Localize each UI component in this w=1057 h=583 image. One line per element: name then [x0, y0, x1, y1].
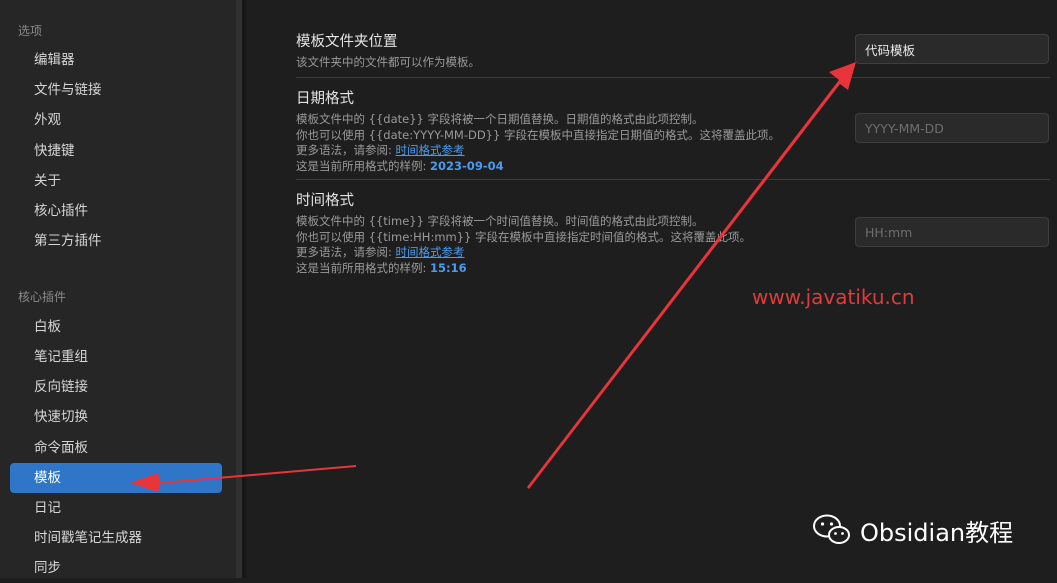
desc-line: 更多语法，请参阅: 时间格式参考	[296, 245, 1046, 261]
sample-label: 这是当前所用格式的样例:	[296, 158, 431, 173]
brand-text: Obsidian教程	[860, 518, 1014, 547]
more-syntax-label: 更多语法，请参阅:	[296, 245, 396, 259]
sidebar-item-daily-notes[interactable]: 日记	[10, 493, 222, 523]
sidebar-item-unique-note-creator[interactable]: 时间戳笔记生成器	[10, 523, 222, 553]
sidebar-scrollbar[interactable]	[236, 0, 246, 578]
sidebar-item-quick-switcher[interactable]: 快速切换	[10, 402, 222, 432]
date-sample-value: 2023-09-04	[430, 158, 504, 173]
brand-watermark: Obsidian教程	[812, 512, 1013, 548]
date-format-reference-link[interactable]: 时间格式参考	[396, 143, 465, 157]
more-syntax-label: 更多语法，请参阅:	[296, 143, 396, 157]
setting-name: 时间格式	[296, 193, 354, 209]
desc-line: 这是当前所用格式的样例: 2023-09-04	[296, 159, 1046, 175]
sidebar-item-about[interactable]: 关于	[10, 166, 222, 196]
sidebar-item-editor[interactable]: 编辑器	[10, 45, 222, 75]
template-folder-input[interactable]	[855, 34, 1049, 64]
sidebar-item-command-palette[interactable]: 命令面板	[10, 433, 222, 463]
desc-line: 更多语法，请参阅: 时间格式参考	[296, 143, 1046, 159]
sidebar-item-core-plugins[interactable]: 核心插件	[10, 196, 222, 226]
watermark-text: www.javatiku.cn	[752, 285, 915, 309]
options-group-title: 选项	[18, 24, 43, 38]
settings-sidebar: 选项 编辑器 文件与链接 外观 快捷键 关于 核心插件 第三方插件 核心插件 白…	[0, 0, 236, 578]
sidebar-item-hotkeys[interactable]: 快捷键	[10, 136, 222, 166]
sidebar-item-sync[interactable]: 同步	[10, 553, 222, 583]
time-sample-value: 15:16	[430, 260, 467, 275]
sidebar-item-community-plugins[interactable]: 第三方插件	[10, 226, 222, 256]
sample-label: 这是当前所用格式的样例:	[296, 260, 431, 275]
core-plugins-group-title: 核心插件	[18, 290, 67, 304]
time-format-reference-link[interactable]: 时间格式参考	[396, 245, 465, 259]
divider	[296, 179, 1050, 180]
sidebar-item-note-composer[interactable]: 笔记重组	[10, 342, 222, 372]
sidebar-item-files-links[interactable]: 文件与链接	[10, 75, 222, 105]
sidebar-item-templates[interactable]: 模板	[10, 463, 222, 493]
time-format-input[interactable]	[855, 217, 1049, 247]
wechat-icon	[813, 514, 850, 544]
date-format-input[interactable]	[855, 113, 1049, 143]
sidebar-item-canvas[interactable]: 白板	[10, 312, 222, 342]
setting-name: 日期格式	[296, 91, 354, 107]
sidebar-item-appearance[interactable]: 外观	[10, 105, 222, 135]
settings-content: 模板文件夹位置 该文件夹中的文件都可以作为模板。 日期格式 模板文件中的 {{d…	[246, 0, 1057, 578]
desc-line: 这是当前所用格式的样例: 15:16	[296, 261, 1046, 277]
divider	[296, 77, 1050, 78]
sidebar-item-backlinks[interactable]: 反向链接	[10, 372, 222, 402]
